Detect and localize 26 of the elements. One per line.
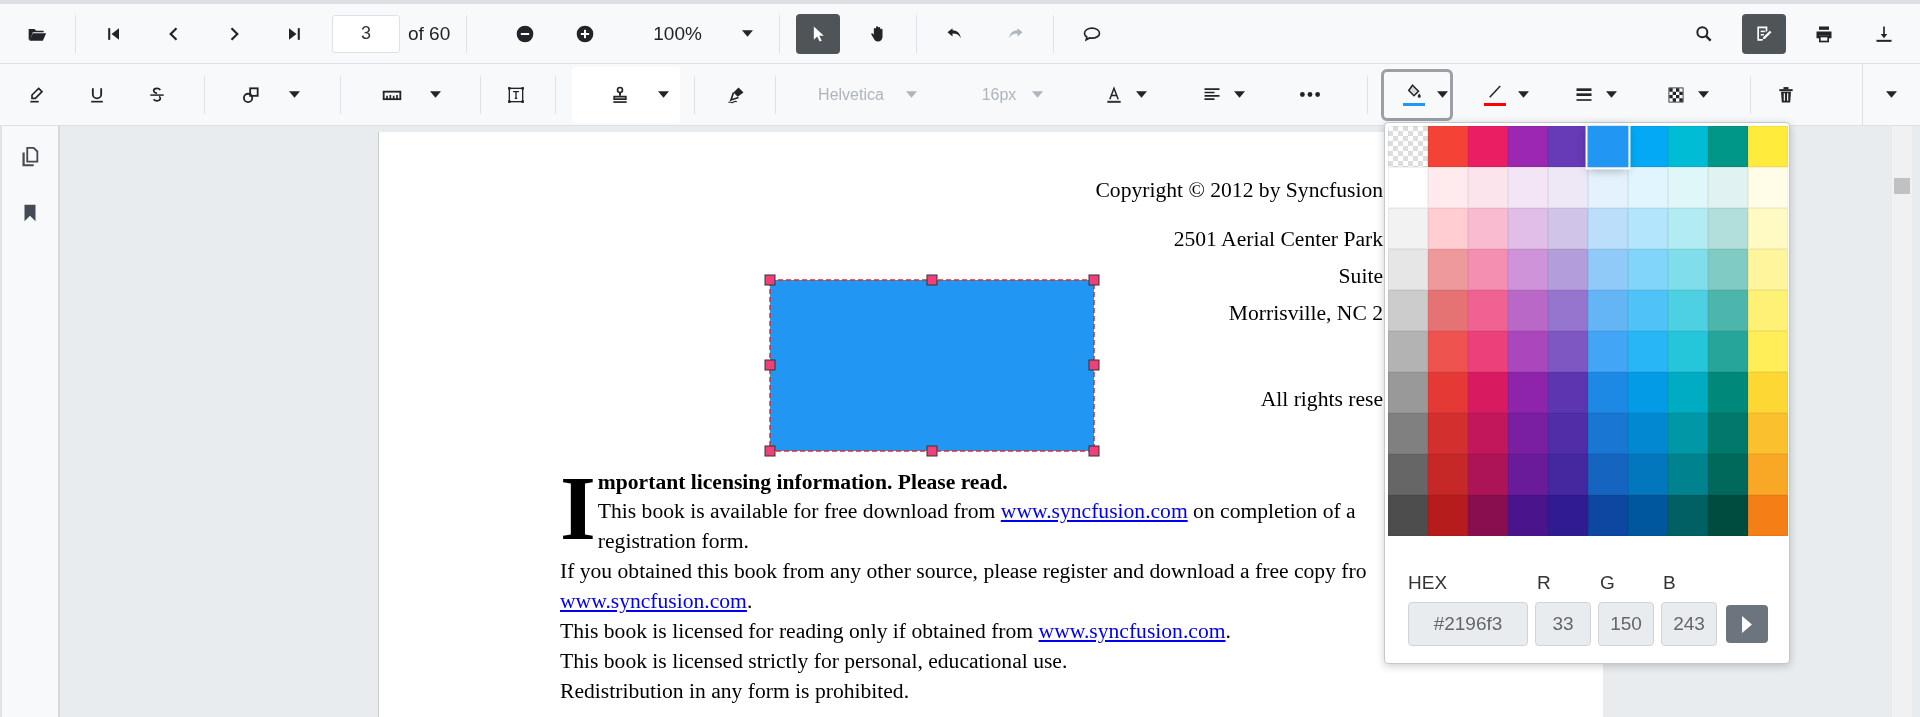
section-heading: mportant licensing information. Please read.	[597, 469, 1009, 496]
zoom-dropdown[interactable]: 100%	[623, 13, 763, 54]
body-paragraph: This book is available for free download from www.syncfusion.com on completion of a registration form.	[597, 498, 1356, 555]
channel-field[interactable]: 150	[1598, 602, 1654, 646]
field-label: B	[1663, 572, 1676, 594]
field-label: HEX	[1408, 572, 1449, 594]
drop-cap: I	[560, 475, 596, 537]
address-line: Copyright © 2012 by Syncfusion	[1095, 177, 1383, 204]
channel-field[interactable]: 33	[1535, 602, 1591, 646]
page-number-field[interactable]: 3	[332, 14, 400, 53]
body-paragraph: Redistribution in any form is prohibited.	[560, 678, 911, 705]
address-line: 2501 Aerial Center Park	[1173, 226, 1383, 253]
link[interactable]: www.syncfusion.com	[560, 589, 747, 613]
link[interactable]: www.syncfusion.com	[1000, 499, 1188, 523]
address-line: All rights rese	[1260, 386, 1383, 413]
hex-field[interactable]: #2196f3	[1408, 602, 1528, 646]
field-label: R	[1537, 572, 1552, 594]
field-label: G	[1600, 572, 1616, 594]
body-paragraph: If you obtained this book from any other source, please register and download a free copy fro www.syncfusion.com.	[560, 558, 1368, 615]
link[interactable]: www.syncfusion.com	[1038, 619, 1226, 643]
body-paragraph: This book is licensed strictly for personal, educational use.	[560, 648, 1069, 675]
address-line: Morrisville, NC 2	[1228, 300, 1383, 327]
page-count: of 60	[408, 22, 451, 45]
address-line: Suite	[1338, 263, 1383, 290]
channel-field[interactable]: 243	[1661, 602, 1717, 646]
body-paragraph: This book is licensed for reading only if obtained from www.syncfusion.com.	[560, 618, 1232, 645]
